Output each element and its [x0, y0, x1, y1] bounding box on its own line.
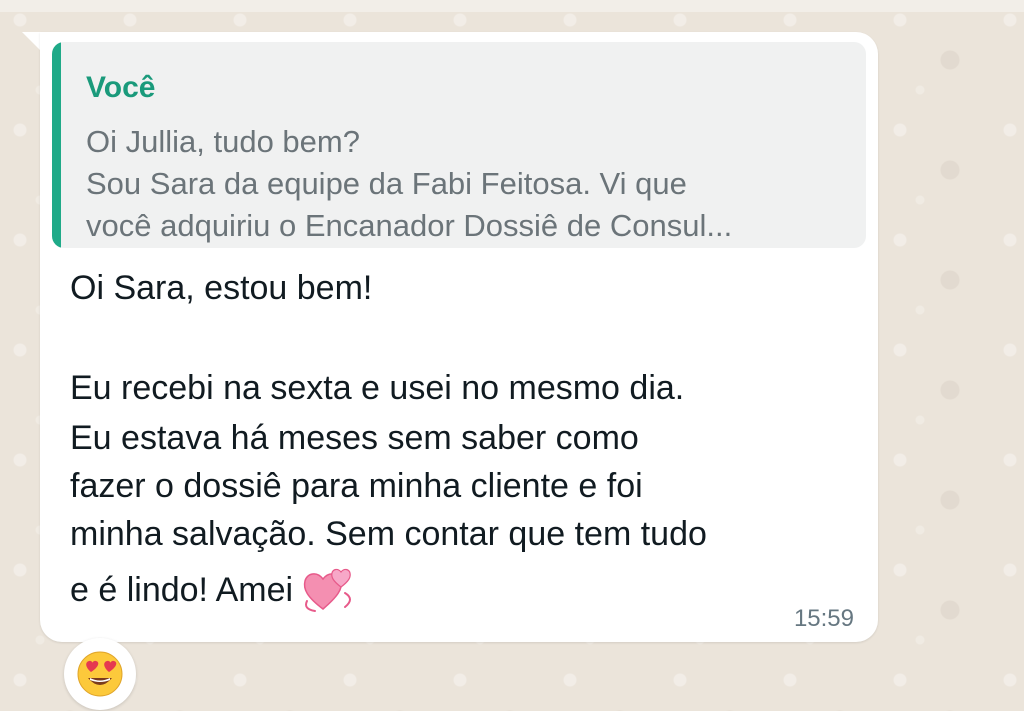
message-text-line: minha salvação. Sem contar que tem tudo — [70, 515, 707, 553]
heart-eyes-face-icon — [77, 651, 123, 697]
message-reaction[interactable] — [64, 638, 136, 710]
message-bubble[interactable]: Você Oi Jullia, tudo bem? Sou Sara da eq… — [40, 32, 878, 642]
quote-accent-bar — [52, 42, 61, 248]
message-text-line-last: e é lindo! Amei — [70, 567, 359, 617]
quoted-text-line: Oi Jullia, tudo bem? — [86, 124, 360, 159]
quoted-author: Você — [86, 71, 156, 104]
message-text-last: e é lindo! Amei — [70, 570, 294, 609]
message-time: 15:59 — [793, 605, 854, 632]
message-text-line: Eu recebi na sexta e usei no mesmo dia. — [70, 369, 685, 407]
quoted-text-line: você adquiriu o Encanador Dossiê de Cons… — [86, 208, 733, 243]
quoted-message[interactable]: Você Oi Jullia, tudo bem? Sou Sara da eq… — [52, 42, 866, 248]
message-text-line: Eu estava há meses sem saber como — [70, 419, 639, 457]
top-edge — [0, 0, 1024, 12]
revolving-hearts-icon — [301, 565, 359, 615]
message-text-line: fazer o dossiê para minha cliente e foi — [70, 467, 643, 505]
message-text-line: Oi Sara, estou bem! — [70, 269, 373, 307]
quoted-text-line: Sou Sara da equipe da Fabi Feitosa. Vi q… — [86, 166, 687, 201]
bubble-tail — [22, 32, 42, 52]
